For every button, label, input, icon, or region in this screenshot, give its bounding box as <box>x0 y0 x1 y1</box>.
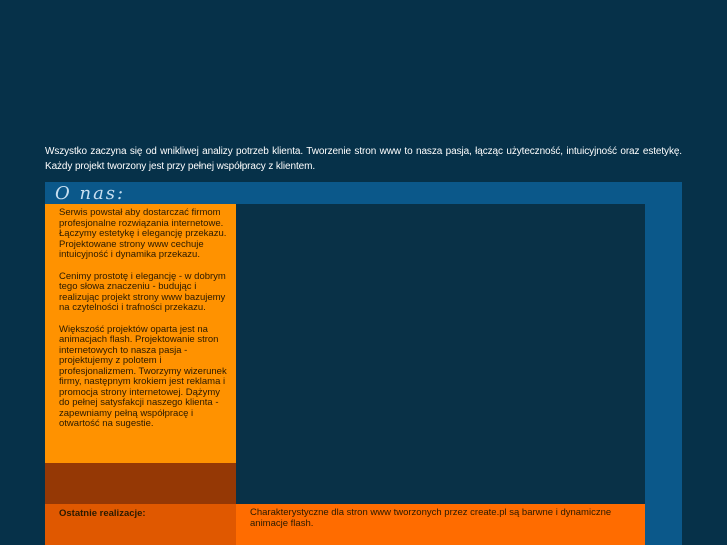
about-spacer-block <box>45 463 236 504</box>
recent-works-label: Ostatnie realizacje: <box>59 508 146 519</box>
about-text: Serwis powstał aby dostarczać firmom pro… <box>45 204 236 430</box>
content-panel: O nas: Serwis powstał aby dostarczać fir… <box>45 182 682 545</box>
content-area <box>236 204 645 504</box>
intro-text: Wszystko zaczyna się od wnikliwej analiz… <box>45 146 682 172</box>
about-paragraph-3: Większość projektów oparta jest na anima… <box>59 323 227 429</box>
page: Wszystko zaczyna się od wnikliwej analiz… <box>0 0 727 545</box>
about-column: Serwis powstał aby dostarczać firmom pro… <box>45 204 236 463</box>
footer-note-box: Charakterystyczne dla stron www tworzony… <box>236 504 645 545</box>
section-title: O nas: <box>55 183 126 204</box>
footer-note-text: Charakterystyczne dla stron www tworzony… <box>250 507 612 529</box>
about-paragraph-1: Serwis powstał aby dostarczać firmom pro… <box>59 207 227 260</box>
recent-works-box: Ostatnie realizacje: <box>45 504 236 545</box>
about-paragraph-2: Cenimy prostotę i elegancję - w dobrym t… <box>59 270 226 313</box>
